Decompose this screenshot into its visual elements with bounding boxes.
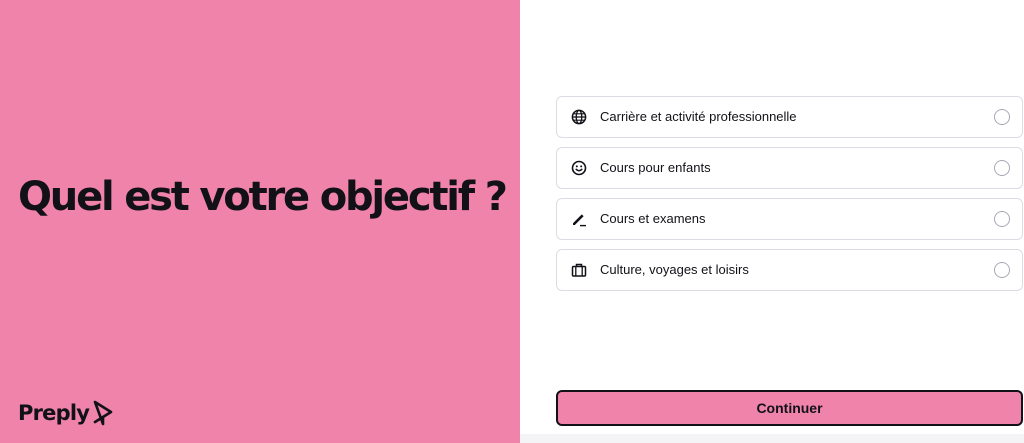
option-label: Carrière et activité professionnelle [600, 109, 797, 124]
option-exams[interactable]: Cours et examens [556, 198, 1023, 240]
option-radio[interactable] [994, 211, 1010, 227]
preply-logo-icon [93, 400, 113, 426]
option-label: Cours pour enfants [600, 160, 711, 175]
option-career[interactable]: Carrière et activité professionnelle [556, 96, 1023, 138]
option-label: Culture, voyages et loisirs [600, 262, 749, 277]
continue-button[interactable]: Continuer [556, 390, 1023, 426]
footer-divider [520, 434, 1024, 443]
option-kids[interactable]: Cours pour enfants [556, 147, 1023, 189]
option-label: Cours et examens [600, 211, 706, 226]
option-culture[interactable]: Culture, voyages et loisirs [556, 249, 1023, 291]
page-title: Quel est votre objectif ? [18, 174, 508, 220]
smiley-icon [570, 159, 587, 176]
suitcase-icon [570, 261, 587, 278]
goal-options: Carrière et activité professionnelle Cou… [556, 96, 1023, 300]
option-radio[interactable] [994, 160, 1010, 176]
pencil-icon [570, 210, 587, 227]
hero-panel: Quel est votre objectif ? Preply [0, 0, 520, 443]
form-panel: Carrière et activité professionnelle Cou… [520, 0, 1024, 443]
brand-name: Preply [18, 401, 90, 425]
option-radio[interactable] [994, 262, 1010, 278]
brand-logo[interactable]: Preply [18, 398, 115, 428]
globe-icon [570, 108, 587, 125]
option-radio[interactable] [994, 109, 1010, 125]
